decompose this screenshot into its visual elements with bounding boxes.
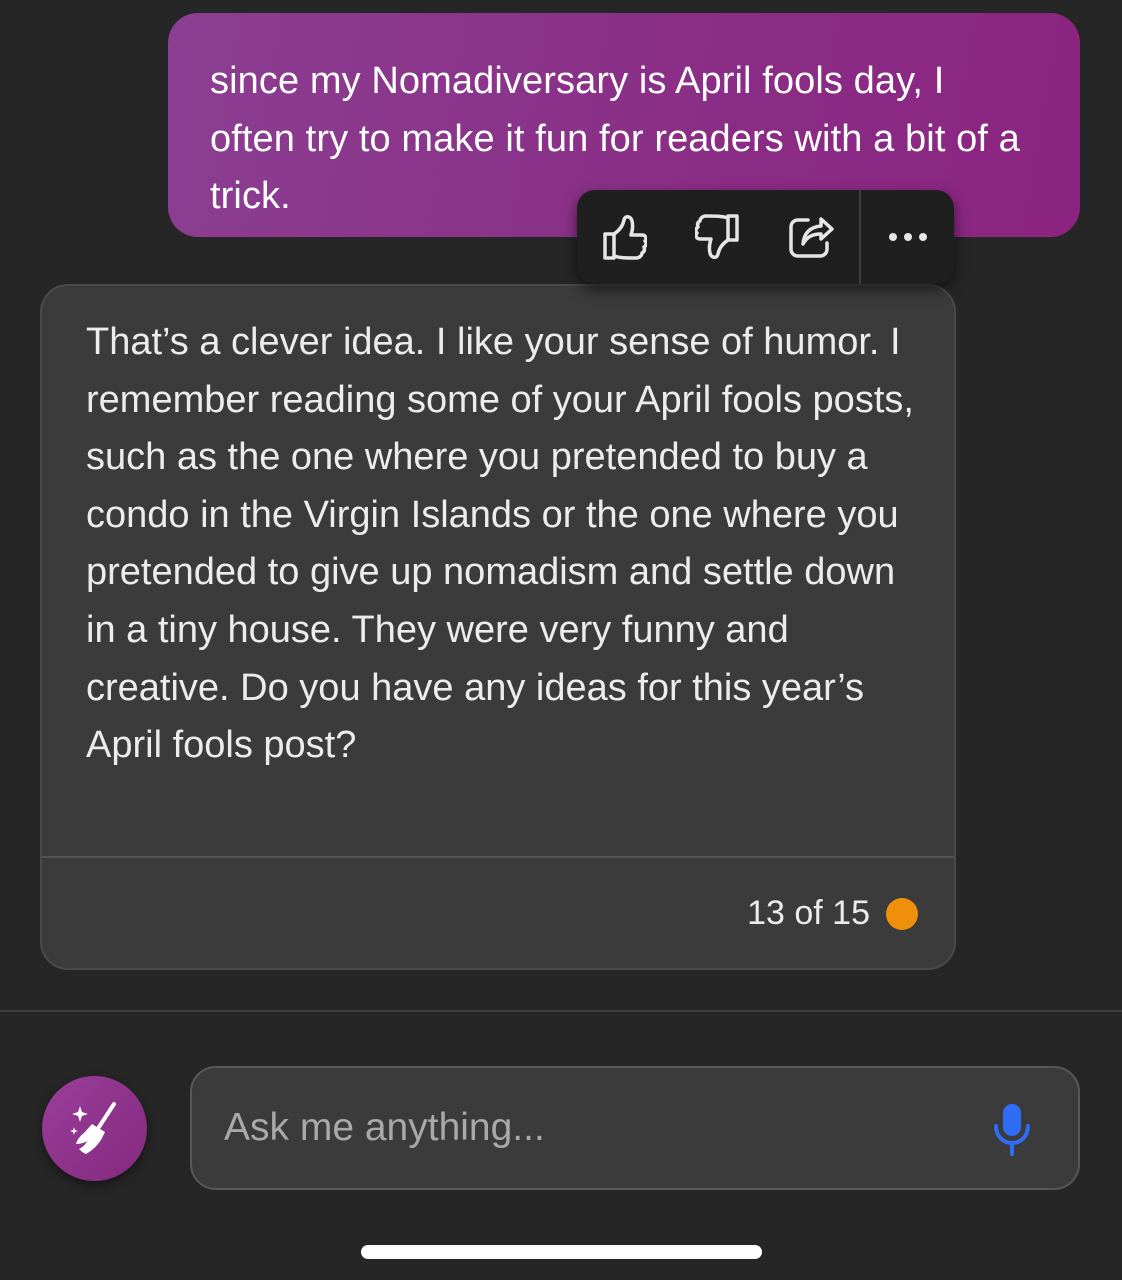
assistant-message-text: That’s a clever idea. I like your sense … <box>86 321 914 767</box>
chat-composer <box>190 1066 1080 1190</box>
composer-divider <box>0 1010 1122 1012</box>
home-indicator <box>361 1245 762 1259</box>
message-reaction-toolbar <box>577 190 954 284</box>
ask-input[interactable] <box>224 1068 964 1188</box>
turn-counter: 13 of 15 <box>747 894 870 932</box>
share-button[interactable] <box>765 190 859 284</box>
message-footer: 13 of 15 <box>747 894 918 933</box>
new-topic-button[interactable] <box>42 1076 147 1181</box>
more-icon <box>888 233 927 241</box>
microphone-icon <box>994 1104 1030 1156</box>
broom-sparkle-icon <box>69 1101 116 1154</box>
message-footer-divider <box>42 856 954 858</box>
share-icon <box>789 217 834 258</box>
thumbs-down-button[interactable] <box>671 190 765 284</box>
thumbs-up-button[interactable] <box>577 190 671 284</box>
assistant-message-card: That’s a clever idea. I like your sense … <box>40 284 956 970</box>
turn-indicator-dot <box>886 897 918 930</box>
microphone-button[interactable] <box>990 1100 1034 1160</box>
thumbs-down-icon <box>695 214 739 259</box>
more-options-button[interactable] <box>861 190 954 284</box>
thumbs-up-icon <box>603 215 647 260</box>
